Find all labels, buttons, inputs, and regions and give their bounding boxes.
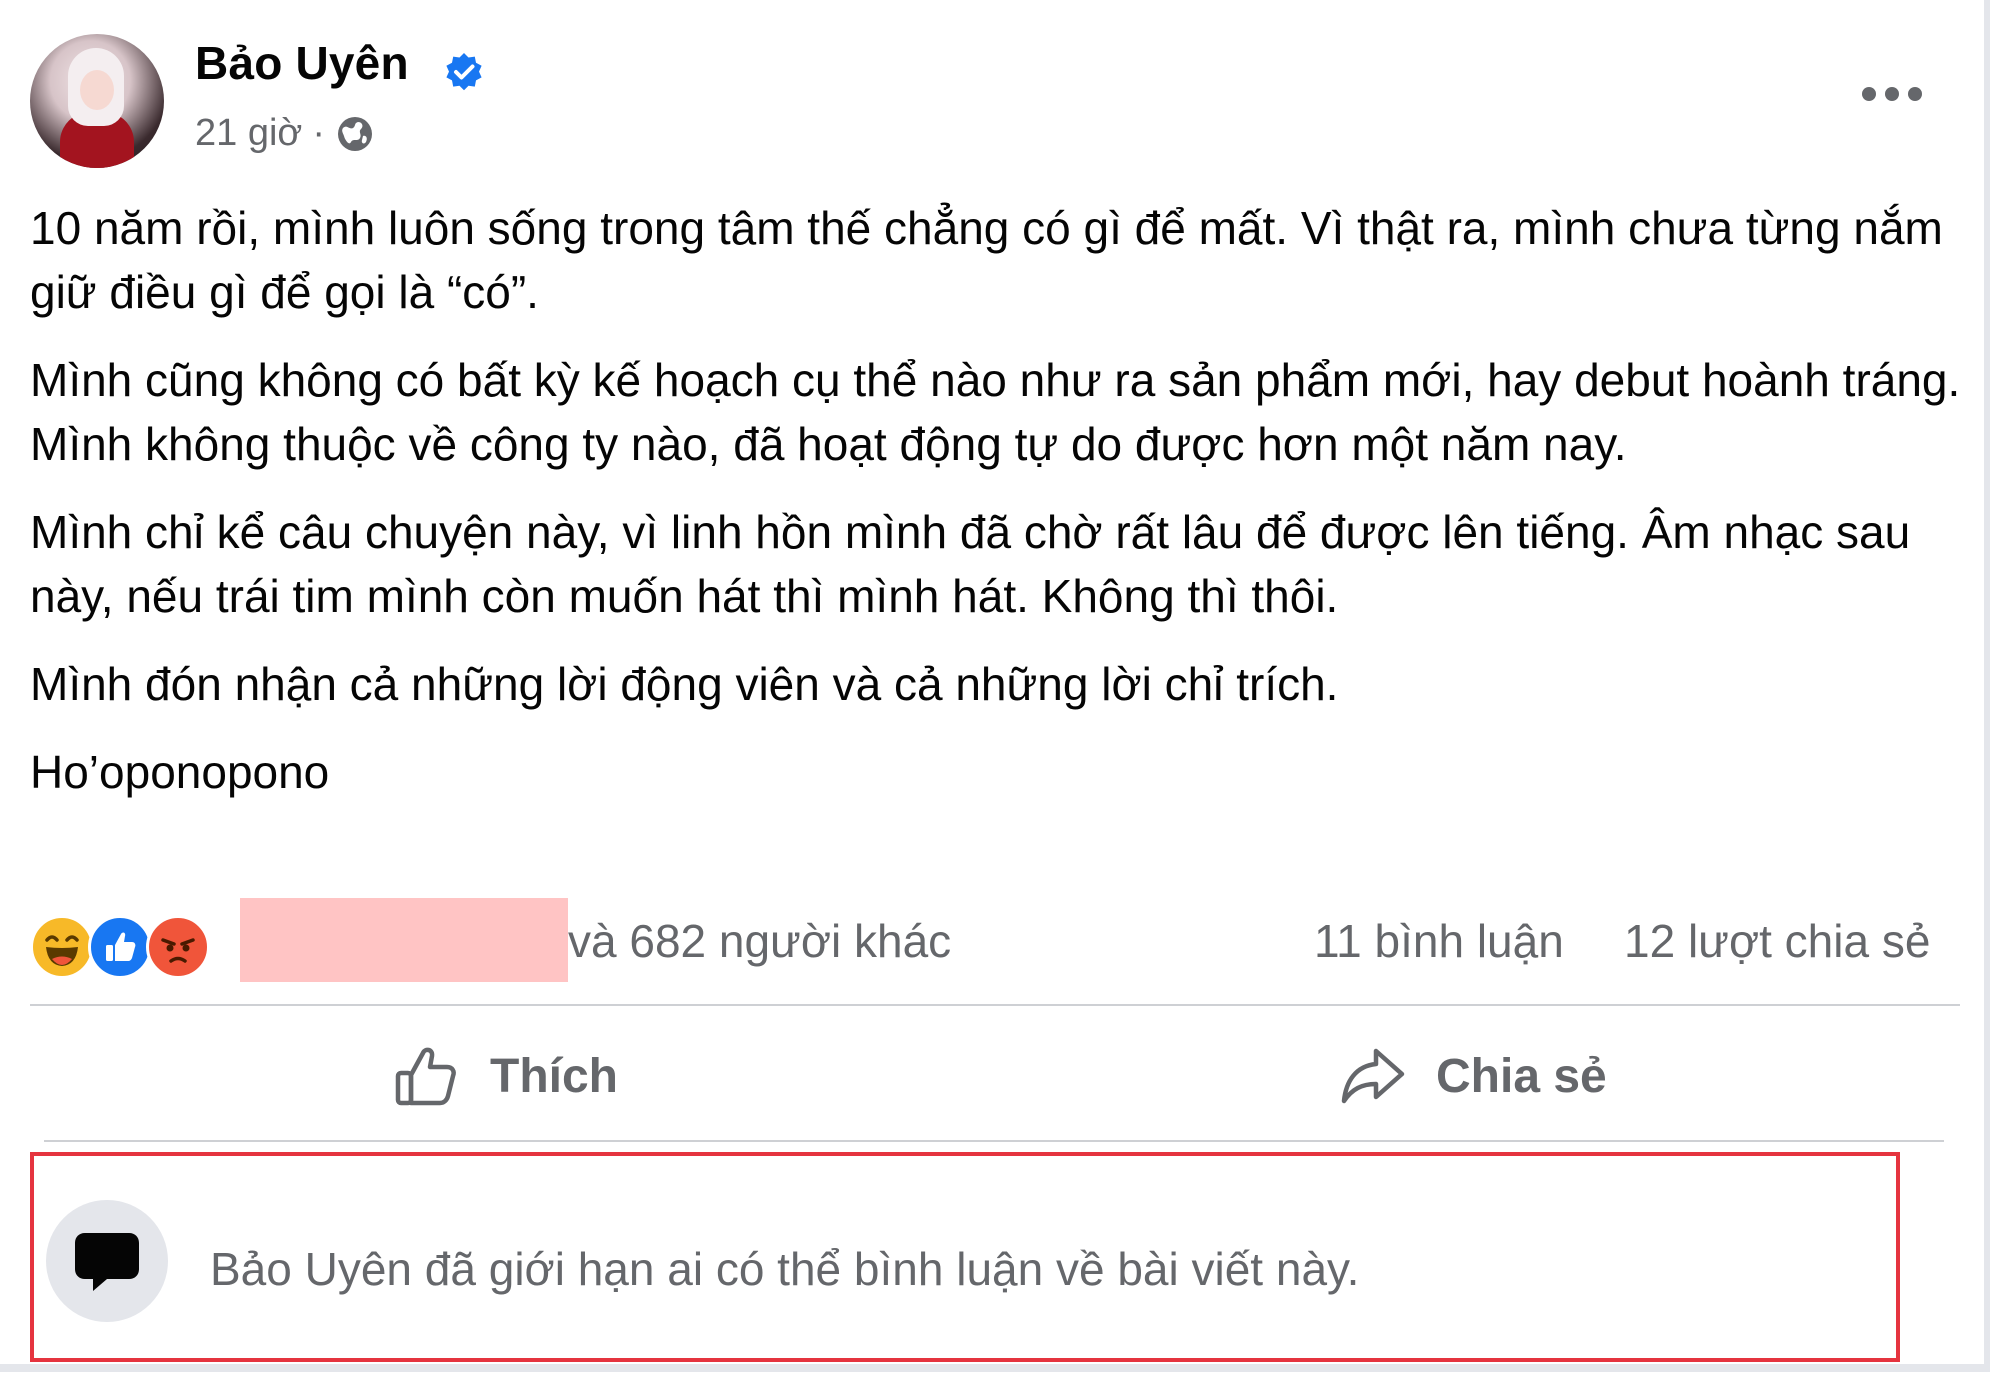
- like-reaction-icon: [88, 915, 152, 979]
- post-paragraph: Mình chỉ kể câu chuyện này, vì linh hồn …: [30, 506, 1911, 622]
- share-label: Chia sẻ: [1436, 1049, 1607, 1103]
- comment-icon-circle: [46, 1200, 168, 1322]
- meta-separator: ·: [312, 112, 325, 154]
- post-paragraph: Mình cũng không có bất kỳ kế hoạch cụ th…: [30, 354, 1961, 470]
- comment-count[interactable]: 11 bình luận: [1314, 914, 1564, 968]
- avatar[interactable]: [30, 34, 164, 168]
- like-button[interactable]: Thích: [392, 1036, 618, 1116]
- divider: [30, 1004, 1960, 1006]
- share-button[interactable]: Chia sẻ: [1338, 1036, 1607, 1116]
- post-paragraph: 10 năm rồi, mình luôn sống trong tâm thế…: [30, 202, 1943, 318]
- more-options-icon[interactable]: [1862, 80, 1922, 108]
- post-card: Bảo Uyên 21 giờ · 10 năm rồi, mình luôn …: [0, 0, 1990, 1372]
- haha-reaction-icon: [30, 915, 94, 979]
- verified-badge-icon: [446, 53, 482, 91]
- post-paragraph: Ho’oponopono: [30, 746, 330, 798]
- post-meta: 21 giờ ·: [195, 112, 375, 155]
- redacted-names: [240, 898, 568, 982]
- reactors-others[interactable]: và 682 người khác: [568, 914, 951, 968]
- share-count[interactable]: 12 lượt chia sẻ: [1624, 914, 1930, 968]
- like-label: Thích: [490, 1049, 618, 1103]
- reaction-summary[interactable]: [30, 912, 210, 982]
- comment-restriction-notice: Bảo Uyên đã giới hạn ai có thể bình luận…: [210, 1243, 1360, 1295]
- post-paragraph: Mình đón nhận cả những lời động viên và …: [30, 658, 1339, 710]
- post-body: 10 năm rồi, mình luôn sống trong tâm thế…: [30, 196, 1970, 828]
- author-name[interactable]: Bảo Uyên: [195, 36, 409, 90]
- share-arrow-icon: [1341, 1048, 1405, 1104]
- post-time[interactable]: 21 giờ: [195, 112, 302, 155]
- thumbs-up-icon: [395, 1047, 456, 1106]
- divider: [44, 1140, 1944, 1142]
- globe-icon: [337, 116, 372, 151]
- angry-reaction-icon: [146, 915, 210, 979]
- comment-bubble-icon: [75, 1233, 139, 1291]
